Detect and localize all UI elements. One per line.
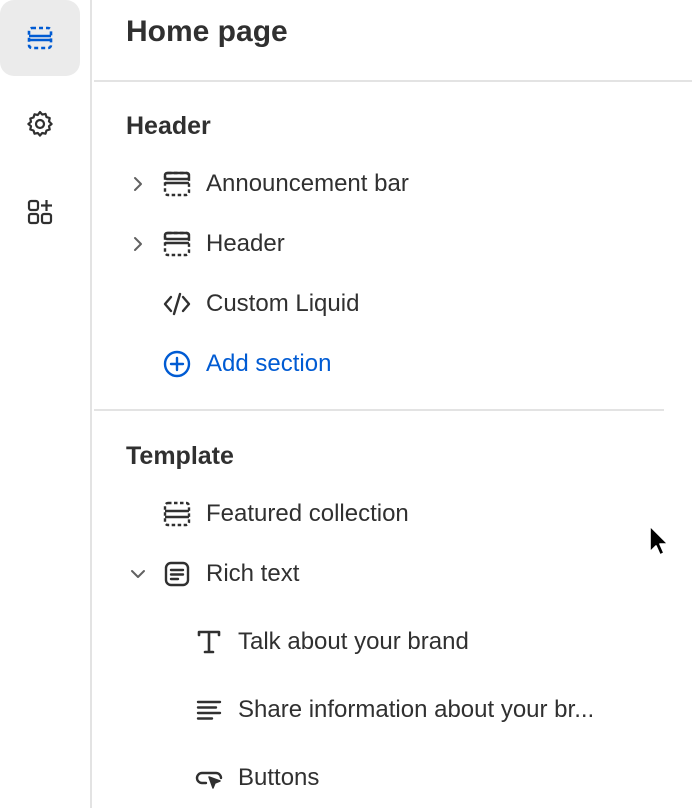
button-cursor-icon <box>195 771 223 789</box>
section-label: Header <box>206 230 285 257</box>
settings-nav-button[interactable] <box>0 86 80 162</box>
section-label: Announcement bar <box>206 170 409 197</box>
section-row-rich-text[interactable]: Rich text <box>94 552 692 596</box>
text-heading-icon <box>197 630 221 654</box>
sections-icon <box>27 26 53 50</box>
section-row-custom-liquid[interactable]: Custom Liquid <box>94 282 692 326</box>
add-section-label: Add section <box>206 350 332 377</box>
section-layout-icon <box>163 231 191 257</box>
sidebar-rail <box>0 0 92 808</box>
block-label: Talk about your brand <box>238 628 469 655</box>
sections-nav-button[interactable] <box>0 0 80 76</box>
page-title: Home page <box>126 15 288 48</box>
collection-section-icon <box>163 501 191 527</box>
text-block-icon <box>164 561 190 587</box>
apps-nav-button[interactable] <box>0 174 80 250</box>
group-title-header: Header <box>126 112 211 140</box>
gear-icon <box>27 110 53 137</box>
mouse-cursor-icon <box>649 525 669 556</box>
code-icon <box>163 292 191 316</box>
group-title-template: Template <box>126 442 234 470</box>
section-row-header[interactable]: Header <box>94 222 692 266</box>
block-label: Share information about your br... <box>238 696 595 723</box>
section-label: Featured collection <box>206 500 409 527</box>
block-label: Buttons <box>238 764 320 791</box>
plus-circle-icon <box>163 350 191 378</box>
chevron-right-icon[interactable] <box>130 236 146 252</box>
text-lines-icon <box>196 700 222 720</box>
section-layout-icon <box>163 171 191 197</box>
section-label: Custom Liquid <box>206 290 360 317</box>
section-row-featured-collection[interactable]: Featured collection <box>94 492 692 536</box>
divider <box>94 80 692 82</box>
section-label: Rich text <box>206 560 300 587</box>
chevron-down-icon[interactable] <box>130 566 146 582</box>
block-row-heading[interactable]: Talk about your brand <box>94 620 692 664</box>
block-row-buttons[interactable]: Buttons <box>94 756 692 800</box>
add-section-button[interactable]: Add section <box>94 342 692 386</box>
chevron-right-icon[interactable] <box>130 176 146 192</box>
divider <box>94 409 664 411</box>
block-row-text[interactable]: Share information about your br... <box>94 688 692 732</box>
apps-add-icon <box>27 199 53 225</box>
sections-panel: Home page Header Announcement bar Header… <box>94 0 692 808</box>
section-row-announcement-bar[interactable]: Announcement bar <box>94 162 692 206</box>
